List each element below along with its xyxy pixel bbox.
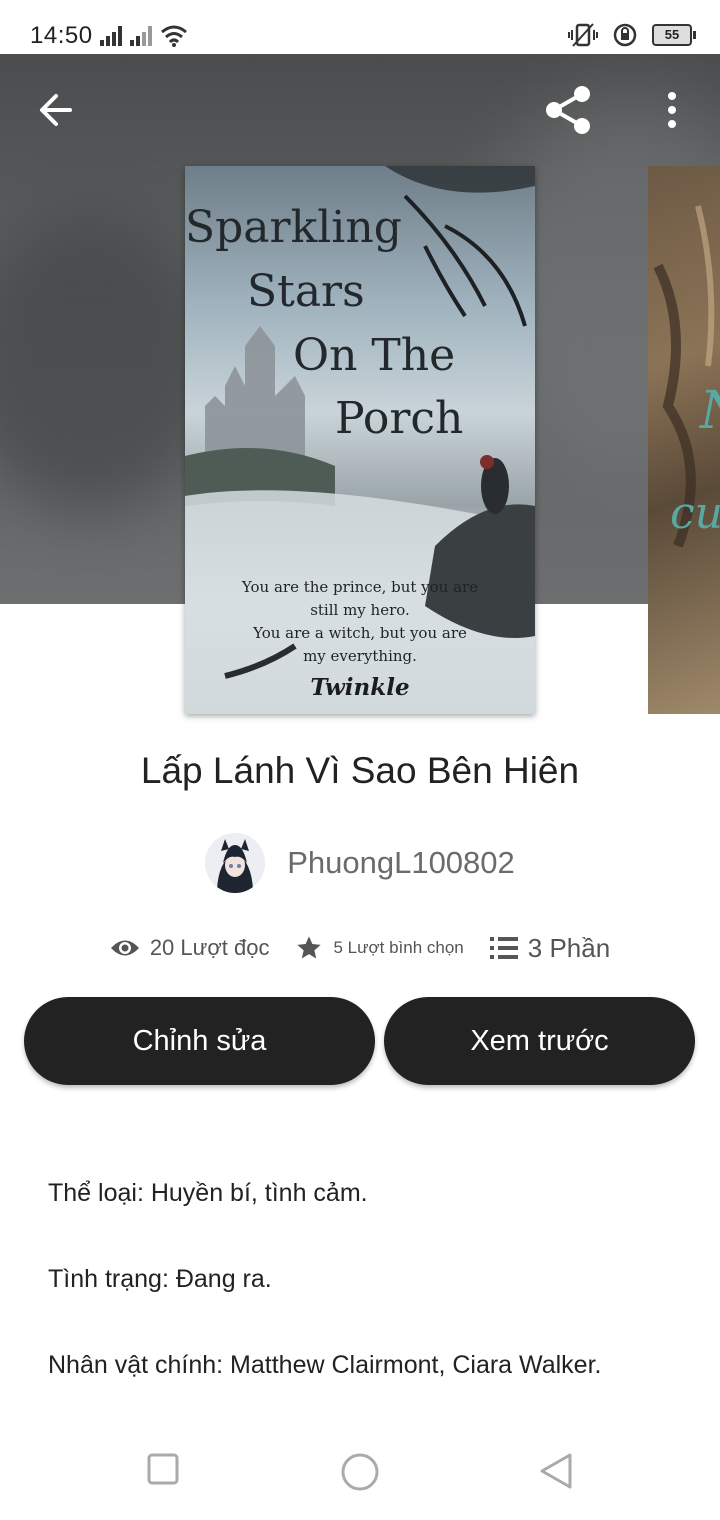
star-icon [297,936,322,959]
more-vert-icon[interactable] [660,90,684,130]
cover-title-line: On The [293,329,456,381]
author-row[interactable]: PhuongL100802 [0,832,720,894]
book-cover[interactable]: Sparkling Stars On The Porch You are the… [185,166,535,714]
reads-stat: 20 Lượt đọc [110,935,270,961]
next-cover-artwork: N cu [653,205,720,548]
arrow-back-icon[interactable] [36,90,76,130]
avatar[interactable] [205,833,266,893]
signal-icon [130,26,156,46]
svg-text:cu: cu [670,488,720,539]
parts-count[interactable]: 3 Phần [528,933,610,964]
wifi-icon [161,25,187,47]
cover-quote-line: still my hero. [310,601,410,619]
eye-icon [110,940,139,956]
signal-icon [100,26,126,46]
next-book-cover[interactable]: N cu [648,166,720,714]
reads-count: 20 Lượt đọc [149,935,270,960]
edit-button[interactable]: Chỉnh sửa [24,997,375,1085]
cover-quote: You are the prince, but you are still my… [185,576,535,668]
cover-title-line: Sparkling [185,202,402,253]
system-nav-bar [0,1430,720,1520]
list-icon [489,937,518,959]
square-recents-icon[interactable] [146,1452,180,1486]
triangle-back-icon[interactable] [538,1452,574,1490]
cover-author-signature: Twinkle [310,674,410,701]
description-line: Nhân vật chính: Matthew Clairmont, Ciara… [48,1351,602,1379]
rotation-lock-icon [613,23,637,47]
cover-quote-line: my everything. [303,647,417,665]
vibrate-icon [568,23,598,47]
author-name[interactable]: PhuongL100802 [287,845,515,881]
status-bar: 14:50 55 [0,0,720,54]
book-title: Lấp Lánh Vì Sao Bên Hiên [140,750,580,791]
status-time: 14:50 [30,22,93,49]
svg-text:N: N [698,381,720,441]
cover-title-line: Stars [247,265,365,317]
battery-icon: 55 [652,24,696,46]
parts-stat[interactable]: 3 Phần [489,933,610,964]
cover-quote-line: You are a witch, but you are [253,624,467,642]
book-stats: 20 Lượt đọc 5 Lượt bình chọn 3 Phần [0,928,720,968]
preview-button[interactable]: Xem trước [384,997,695,1085]
cover-quote-line: You are the prince, but you are [241,578,479,596]
description-line: Thể loại: Huyền bí, tình cảm. [48,1179,368,1207]
cover-title-line: Porch [335,393,464,445]
circle-home-icon[interactable] [340,1452,380,1492]
votes-count: 5 Lượt bình chọn [333,938,464,957]
cover-title: Sparkling Stars On The Porch [185,196,535,451]
description-line: Tình trạng: Đang ra. [48,1265,272,1293]
book-description: Thể loại: Huyền bí, tình cảm. Tình trạng… [48,1176,688,1434]
share-icon[interactable] [542,84,594,136]
votes-stat: 5 Lượt bình chọn [295,934,464,962]
